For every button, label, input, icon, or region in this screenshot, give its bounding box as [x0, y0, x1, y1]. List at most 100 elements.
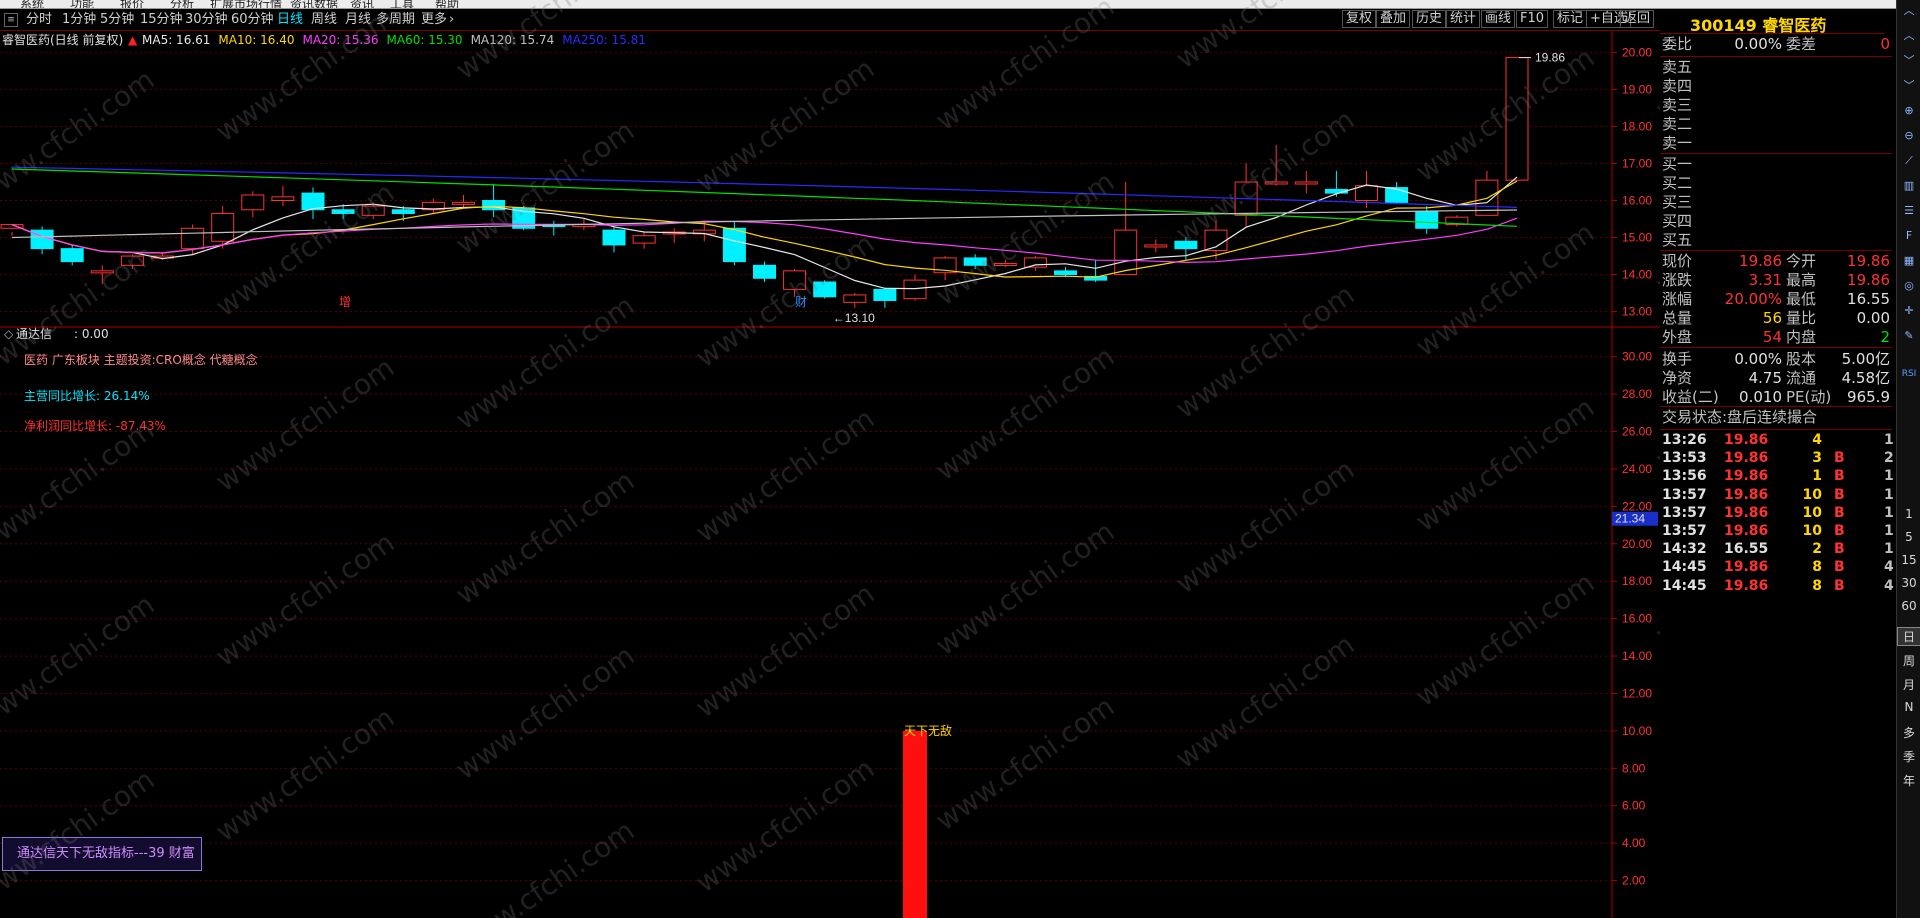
quote-label: 涨幅: [1662, 290, 1693, 308]
quote-label: 换手: [1662, 350, 1693, 368]
buy-label: 买四: [1662, 212, 1693, 230]
trade-time: 13:56: [1662, 468, 1707, 485]
quote-value: 0.00%: [1734, 350, 1782, 368]
watermark: www.cfchi.com: [209, 525, 401, 674]
cycle-button[interactable]: 60: [1897, 599, 1920, 613]
pen-icon[interactable]: ✎: [1900, 327, 1918, 345]
quote-row: 收益(二) 0.010 PE(动) 965.9: [1662, 388, 1894, 407]
cycle-button[interactable]: 多: [1897, 724, 1920, 741]
separator: [1660, 406, 1892, 407]
list-icon[interactable]: ☰: [1900, 202, 1918, 220]
trade-side: B: [1834, 523, 1845, 539]
cycle-button[interactable]: 1: [1897, 507, 1920, 521]
f10-icon[interactable]: F: [1900, 227, 1918, 245]
buy-label: 买五: [1662, 231, 1693, 249]
watermark: www.cfchi.com: [209, 700, 401, 849]
quote-label: 净资: [1662, 369, 1693, 387]
chevron-down-icon[interactable]: ﹀: [1900, 52, 1918, 70]
watermark: www.cfchi.com: [1169, 452, 1361, 601]
trade-row: 14:45 19.86 8 B 4: [1662, 558, 1894, 576]
cycle-button[interactable]: 月: [1897, 676, 1920, 693]
quote-row: 涨幅 20.00% 最低 16.55: [1662, 290, 1894, 309]
weibi-row: 委比 0.00% 委差 0: [1662, 35, 1894, 54]
trade-volume: 3: [1812, 450, 1822, 467]
watermark: www.cfchi.com: [929, 689, 1121, 838]
trade-row: 13:57 19.86 10 B 1: [1662, 486, 1894, 504]
sell-label: 卖二: [1662, 115, 1693, 133]
quote-label: 今开: [1786, 252, 1817, 270]
quote-value: 0: [1880, 35, 1890, 53]
sell-label: 卖一: [1662, 134, 1693, 152]
watermark: www.cfchi.com: [449, 288, 641, 437]
trade-side: B: [1834, 504, 1845, 521]
quote-value: 0.010: [1739, 388, 1782, 406]
trade-price: 19.86: [1724, 559, 1769, 576]
quote-label: 内盘: [1786, 328, 1817, 346]
cycle-button[interactable]: 年: [1897, 772, 1920, 789]
watermark: www.cfchi.com: [1409, 215, 1601, 364]
trade-volume: 1: [1812, 468, 1822, 485]
watermark: www.cfchi.com: [449, 0, 641, 87]
separator: [1660, 250, 1892, 251]
quote-value: 3.31: [1748, 271, 1782, 289]
sell-level: 卖二: [1662, 115, 1894, 134]
trade-row: 13:57 19.86 10 B 1: [1662, 522, 1894, 540]
chevron-up-icon[interactable]: ︿: [1900, 27, 1918, 45]
cycle-button[interactable]: 日: [1897, 627, 1920, 646]
trade-time: 14:45: [1662, 577, 1707, 594]
separator: [1660, 429, 1892, 430]
watermark: www.cfchi.com: [1169, 0, 1361, 76]
trade-price: 16.55: [1724, 541, 1769, 558]
quote-value: 19.86: [1739, 252, 1782, 270]
sell-label: 卖三: [1662, 96, 1693, 114]
watermark: www.cfchi.com: [689, 401, 881, 550]
cycle-button[interactable]: 5: [1897, 530, 1920, 544]
watermark-layer: www.cfchi.com www.cfchi.com www.cfchi.com w…: [0, 0, 1660, 918]
zoom-out-icon[interactable]: ⊖: [1900, 127, 1918, 145]
watermark: www.cfchi.com: [689, 51, 881, 200]
grid-icon[interactable]: ▦: [1900, 252, 1918, 270]
quote-value: 965.9: [1847, 388, 1890, 406]
cycle-button[interactable]: 周: [1897, 652, 1920, 669]
watermark: www.cfchi.com: [0, 62, 161, 211]
trade-count: 1: [1884, 504, 1894, 521]
trade-row: 13:56 19.86 1 B 1: [1662, 467, 1894, 485]
quote-label: 最低: [1786, 290, 1817, 308]
buy-level: 买五: [1662, 231, 1894, 250]
watermark: www.cfchi.com: [929, 0, 1121, 138]
trade-price: 19.86: [1724, 450, 1769, 467]
watermark: www.cfchi.com: [0, 412, 161, 561]
watermark: www.cfchi.com: [1409, 40, 1601, 189]
trade-side: B: [1834, 541, 1845, 558]
quote-row: 现价 19.86 今开 19.86: [1662, 252, 1894, 271]
watermark: www.cfchi.com: [1649, 503, 1660, 652]
sell-level: 卖一: [1662, 134, 1894, 153]
trading-app: 系统 功能 报价 分析 扩展市场行情 资讯数据 资讯 工具 帮助 分时 1分钟 5分钟 15分钟 30分…: [0, 0, 1920, 918]
trade-volume: 8: [1812, 559, 1822, 576]
cycle-button[interactable]: 季: [1897, 748, 1920, 765]
cycle-button[interactable]: 15: [1897, 553, 1920, 567]
trade-count: 4: [1884, 559, 1894, 576]
target-icon[interactable]: ◎: [1900, 277, 1918, 295]
trade-side: B: [1834, 450, 1845, 467]
cycle-button[interactable]: 30: [1897, 576, 1920, 590]
cycle-button[interactable]: N: [1897, 700, 1920, 714]
trade-time: 13:57: [1662, 486, 1707, 503]
quote-row: 总量 56 量比 0.00: [1662, 309, 1894, 328]
rsi-icon[interactable]: RSI: [1900, 365, 1918, 383]
bar-chart-icon[interactable]: ▥: [1900, 177, 1918, 195]
separator: [1660, 347, 1892, 348]
chevron-up-icon[interactable]: ︿: [1900, 2, 1918, 20]
buy-label: 买二: [1662, 174, 1693, 192]
watermark: www.cfchi.com: [1649, 0, 1660, 127]
zoom-in-icon[interactable]: ⊕: [1900, 102, 1918, 120]
trade-row: 14:32 16.55 2 B 1: [1662, 540, 1894, 558]
watermark: www.cfchi.com: [0, 237, 161, 386]
watermark: www.cfchi.com: [449, 463, 641, 612]
crosshair-icon[interactable]: ✛: [1900, 302, 1918, 320]
line-chart-icon[interactable]: ⟋: [1900, 152, 1918, 170]
trade-side: B: [1834, 559, 1845, 576]
chevron-down-icon[interactable]: ﹀: [1900, 77, 1918, 95]
stock-title: 300149 睿智医药: [1690, 16, 1827, 35]
quote-value: 54: [1762, 328, 1782, 346]
